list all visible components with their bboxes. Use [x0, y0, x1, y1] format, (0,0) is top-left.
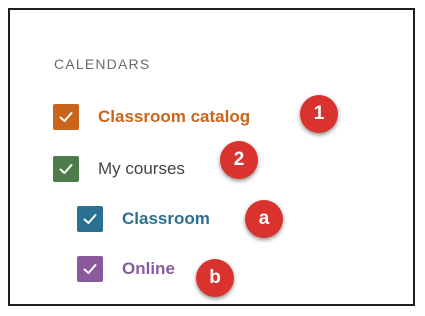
calendar-item-online[interactable]: Online	[77, 256, 175, 282]
calendar-label-my-courses: My courses	[98, 159, 185, 178]
check-icon	[83, 264, 97, 274]
calendar-label-online: Online	[122, 259, 175, 278]
calendar-item-classroom[interactable]: Classroom	[77, 206, 210, 232]
check-icon	[59, 112, 73, 122]
checkbox-my-courses[interactable]	[53, 156, 79, 182]
calendars-heading: CALENDARS	[54, 56, 151, 72]
calendar-item-my-courses[interactable]: My courses	[53, 156, 185, 182]
checkbox-online[interactable]	[77, 256, 103, 282]
calendar-label-classroom-catalog: Classroom catalog	[98, 107, 251, 126]
callout-badge-1: 1	[300, 95, 338, 133]
checkbox-classroom-catalog[interactable]	[53, 104, 79, 130]
check-icon	[59, 164, 73, 174]
calendars-panel: CALENDARS Classroom catalog My courses C…	[8, 8, 415, 306]
checkbox-classroom[interactable]	[77, 206, 103, 232]
calendar-label-classroom: Classroom	[122, 209, 210, 228]
callout-badge-2: 2	[220, 141, 258, 179]
callout-badge-b: b	[196, 259, 234, 297]
check-icon	[83, 214, 97, 224]
callout-badge-a: a	[245, 200, 283, 238]
calendar-item-classroom-catalog[interactable]: Classroom catalog	[53, 104, 250, 130]
